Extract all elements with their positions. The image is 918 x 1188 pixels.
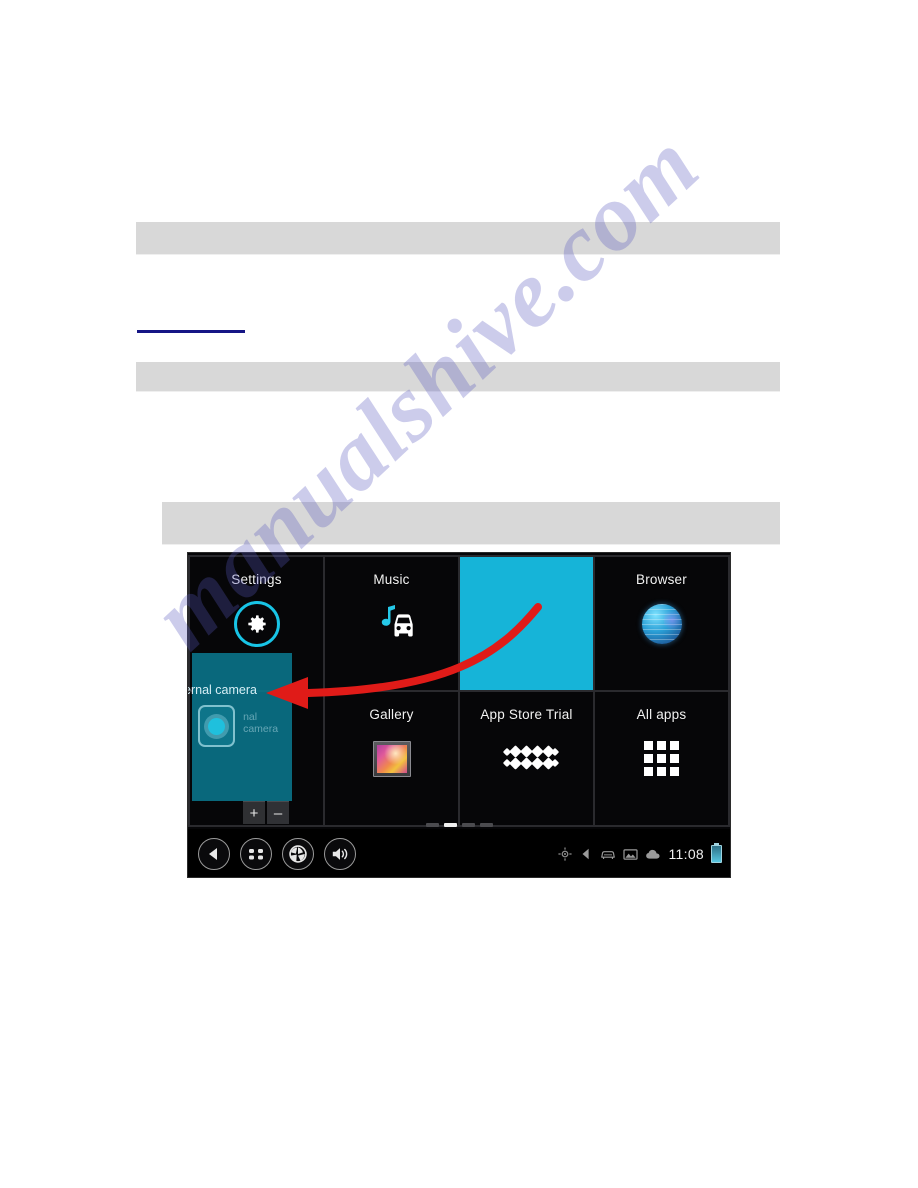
cloud-icon (645, 849, 662, 860)
photo-frame-icon (369, 736, 415, 782)
redacted-text-bar-1 (136, 222, 780, 255)
tile-label-settings: Settings (231, 572, 282, 587)
tile-music[interactable]: Music (325, 557, 458, 690)
page-dot-4[interactable] (479, 823, 493, 827)
camera-popup-title: ernal camera (188, 683, 257, 697)
tile-label-music: Music (373, 572, 410, 587)
tablet-screenshot: Settings Music Browser Gallery App Store… (188, 553, 730, 877)
sound-mute-icon (579, 847, 593, 861)
clock: 11:08 (668, 846, 704, 862)
camera-icon (198, 705, 236, 747)
tile-label-browser: Browser (636, 572, 687, 587)
popup-action-buttons: + – (243, 801, 289, 824)
redacted-text-bar-3 (162, 502, 780, 545)
tile-selected-empty[interactable] (460, 557, 593, 690)
page-dot-1[interactable] (425, 823, 439, 827)
external-camera-popup[interactable]: ernal camera nal camera (188, 653, 292, 801)
volume-icon[interactable] (324, 838, 356, 870)
tile-label-app-store-trial: App Store Trial (480, 707, 573, 722)
page-dot-3[interactable] (461, 823, 475, 827)
tile-app-store-trial[interactable]: App Store Trial (460, 692, 593, 825)
tile-all-apps[interactable]: All apps (595, 692, 728, 825)
page-dot-2[interactable] (443, 823, 457, 827)
document-link-underline[interactable] (137, 330, 245, 333)
camera-popup-subtitle: nal camera (243, 711, 279, 735)
document-page: Settings Music Browser Gallery App Store… (0, 0, 918, 1188)
status-bar: 11:08 (557, 843, 731, 863)
nav-buttons-group (188, 838, 356, 870)
camera-popup-icon-row: nal camera (198, 699, 286, 747)
tile-label-gallery: Gallery (369, 707, 414, 722)
tile-label-all-apps: All apps (636, 707, 687, 722)
gear-icon (233, 600, 280, 647)
remove-button[interactable]: – (267, 801, 289, 824)
battery-icon (711, 843, 722, 863)
back-icon[interactable] (198, 838, 230, 870)
camera-shutter-icon[interactable] (282, 838, 314, 870)
car-icon (600, 848, 616, 861)
add-button[interactable]: + (243, 801, 265, 824)
redacted-text-bar-2 (136, 362, 780, 392)
tile-browser[interactable]: Browser (595, 557, 728, 690)
system-nav-bar: 11:08 (188, 831, 730, 877)
gps-icon (557, 847, 572, 861)
globe-icon (639, 601, 685, 647)
recent-apps-icon[interactable] (240, 838, 272, 870)
grid-apps-icon (639, 736, 685, 782)
picture-icon (622, 848, 638, 861)
tile-gallery[interactable]: Gallery (325, 692, 458, 825)
app-store-icon (502, 736, 559, 782)
music-car-icon (369, 601, 415, 647)
